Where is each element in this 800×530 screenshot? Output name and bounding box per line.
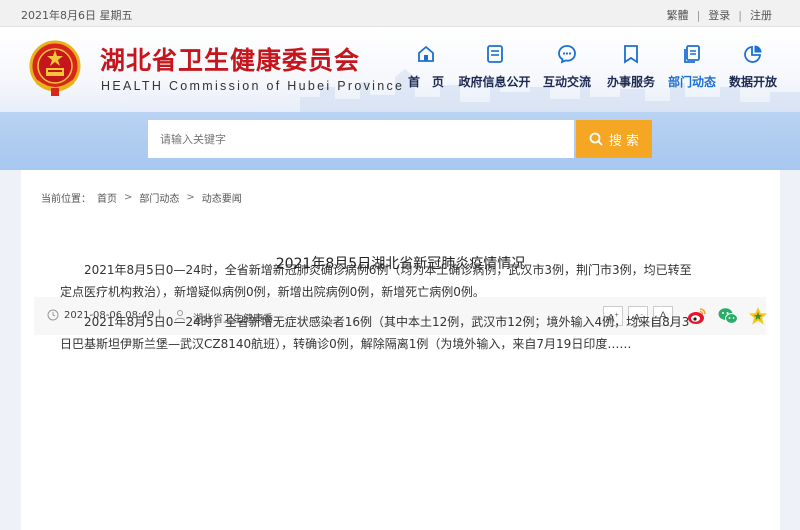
nav-item-government-info[interactable]: 政府信息公开 xyxy=(456,44,533,90)
breadcrumb-news-highlights[interactable]: 动态要闻 xyxy=(202,190,242,205)
separator: | xyxy=(738,8,742,22)
breadcrumb: 当前位置： 首页 > 部门动态 > 动态要闻 xyxy=(41,190,242,205)
files-icon xyxy=(684,45,700,63)
search-button[interactable]: 搜 索 xyxy=(576,120,652,158)
wechat-icon[interactable] xyxy=(717,305,739,327)
site-title: 湖北省卫生健康委员会 xyxy=(100,46,361,75)
breadcrumb-prefix: 当前位置： xyxy=(41,194,91,205)
nav-item-department-news[interactable]: 部门动态 xyxy=(661,44,723,90)
main-nav: 首 页 政府信息公开 互动交流 办事服务 部门动态 数据开放 xyxy=(396,44,783,90)
nav-item-services[interactable]: 办事服务 xyxy=(601,44,661,90)
national-emblem-logo xyxy=(29,40,81,96)
breadcrumb-separator: > xyxy=(186,192,195,203)
breadcrumb-home[interactable]: 首页 xyxy=(97,190,117,205)
nav-label: 办事服务 xyxy=(606,75,655,89)
search-input[interactable] xyxy=(148,120,574,158)
nav-item-interaction[interactable]: 互动交流 xyxy=(533,44,601,90)
traditional-chinese-link[interactable]: 繁體 xyxy=(667,7,689,23)
nav-label: 数据开放 xyxy=(728,75,777,89)
current-date: 2021年8月6日 星期五 xyxy=(21,9,133,22)
search-button-label: 搜 索 xyxy=(608,133,640,149)
home-icon xyxy=(418,45,434,62)
breadcrumb-department-news[interactable]: 部门动态 xyxy=(139,190,179,205)
nav-label: 部门动态 xyxy=(667,75,716,89)
nav-item-home[interactable]: 首 页 xyxy=(396,44,456,90)
site-header: 湖北省卫生健康委员会 HEALTH Commission of Hubei Pr… xyxy=(0,27,800,112)
top-utility-bar: 2021年8月6日 星期五 繁體 | 登录 | 注册 xyxy=(0,0,800,27)
pie-chart-icon xyxy=(744,45,762,63)
article-paragraph: 2021年8月5日0—24时，全省新增无症状感染者16例（其中本土12例，武汉市… xyxy=(60,315,690,351)
chat-icon xyxy=(558,45,576,64)
nav-label: 政府信息公开 xyxy=(458,75,531,89)
clock-icon xyxy=(47,309,59,321)
breadcrumb-separator: > xyxy=(124,192,133,203)
register-link[interactable]: 注册 xyxy=(750,7,772,23)
site-subtitle-en: HEALTH Commission of Hubei Province xyxy=(101,79,405,93)
search-icon xyxy=(589,132,603,146)
article-body: 2021年8月5日0—24时，全省新增新冠肺炎确诊病例6例（均为本土确诊病例，武… xyxy=(60,259,700,363)
nav-label: 互动交流 xyxy=(542,75,591,89)
document-icon xyxy=(486,45,503,63)
login-link[interactable]: 登录 xyxy=(708,7,730,23)
separator: | xyxy=(696,8,701,22)
favorite-star-icon[interactable] xyxy=(747,305,769,327)
account-links: 繁體 | 登录 | 注册 xyxy=(667,7,772,23)
nav-item-open-data[interactable]: 数据开放 xyxy=(723,44,783,90)
article-paragraph: 2021年8月5日0—24时，全省新增新冠肺炎确诊病例6例（均为本土确诊病例，武… xyxy=(60,263,692,299)
bookmark-icon xyxy=(624,45,638,64)
nav-label: 首 页 xyxy=(407,75,444,89)
